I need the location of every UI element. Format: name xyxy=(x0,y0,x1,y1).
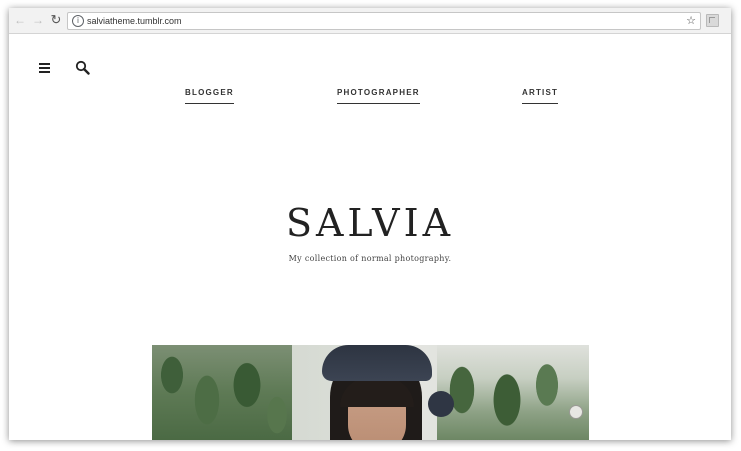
address-bar[interactable]: i salviatheme.tumblr.com ☆ xyxy=(67,12,701,30)
menu-button[interactable] xyxy=(26,48,63,87)
site-description: My collection of normal photography. xyxy=(288,254,452,263)
photo-wall-ring xyxy=(569,405,583,419)
search-button[interactable] xyxy=(64,48,101,87)
reload-icon: ↻ xyxy=(50,12,62,27)
back-button[interactable]: ← xyxy=(12,12,28,28)
photo-head-wrap xyxy=(322,345,432,381)
browser-window: ← → ↻ i salviatheme.tumblr.com ☆ BLOGGER… xyxy=(9,8,731,440)
extension-icon[interactable] xyxy=(706,14,719,27)
search-icon xyxy=(75,60,90,75)
arrow-left-icon: ← xyxy=(14,13,26,27)
photo-head-wrap-knot xyxy=(428,391,454,417)
photo-foliage-right xyxy=(437,345,589,440)
hamburger-menu-icon xyxy=(39,63,50,73)
nav-link-artist[interactable]: ARTIST xyxy=(522,87,559,104)
hero-photo[interactable] xyxy=(152,345,589,440)
url-text[interactable]: salviatheme.tumblr.com xyxy=(87,13,182,29)
site-title: SALVIA xyxy=(285,201,455,245)
photo-foliage-left xyxy=(152,345,292,440)
arrow-right-icon: → xyxy=(32,13,44,27)
info-icon[interactable]: i xyxy=(72,15,84,27)
nav-link-photographer[interactable]: PHOTOGRAPHER xyxy=(337,87,420,104)
star-outline-icon[interactable]: ☆ xyxy=(686,13,696,29)
forward-button[interactable]: → xyxy=(30,12,46,28)
reload-button[interactable]: ↻ xyxy=(48,12,64,28)
nav-link-blogger[interactable]: BLOGGER xyxy=(185,87,234,104)
browser-toolbar: ← → ↻ i salviatheme.tumblr.com ☆ xyxy=(9,8,731,34)
